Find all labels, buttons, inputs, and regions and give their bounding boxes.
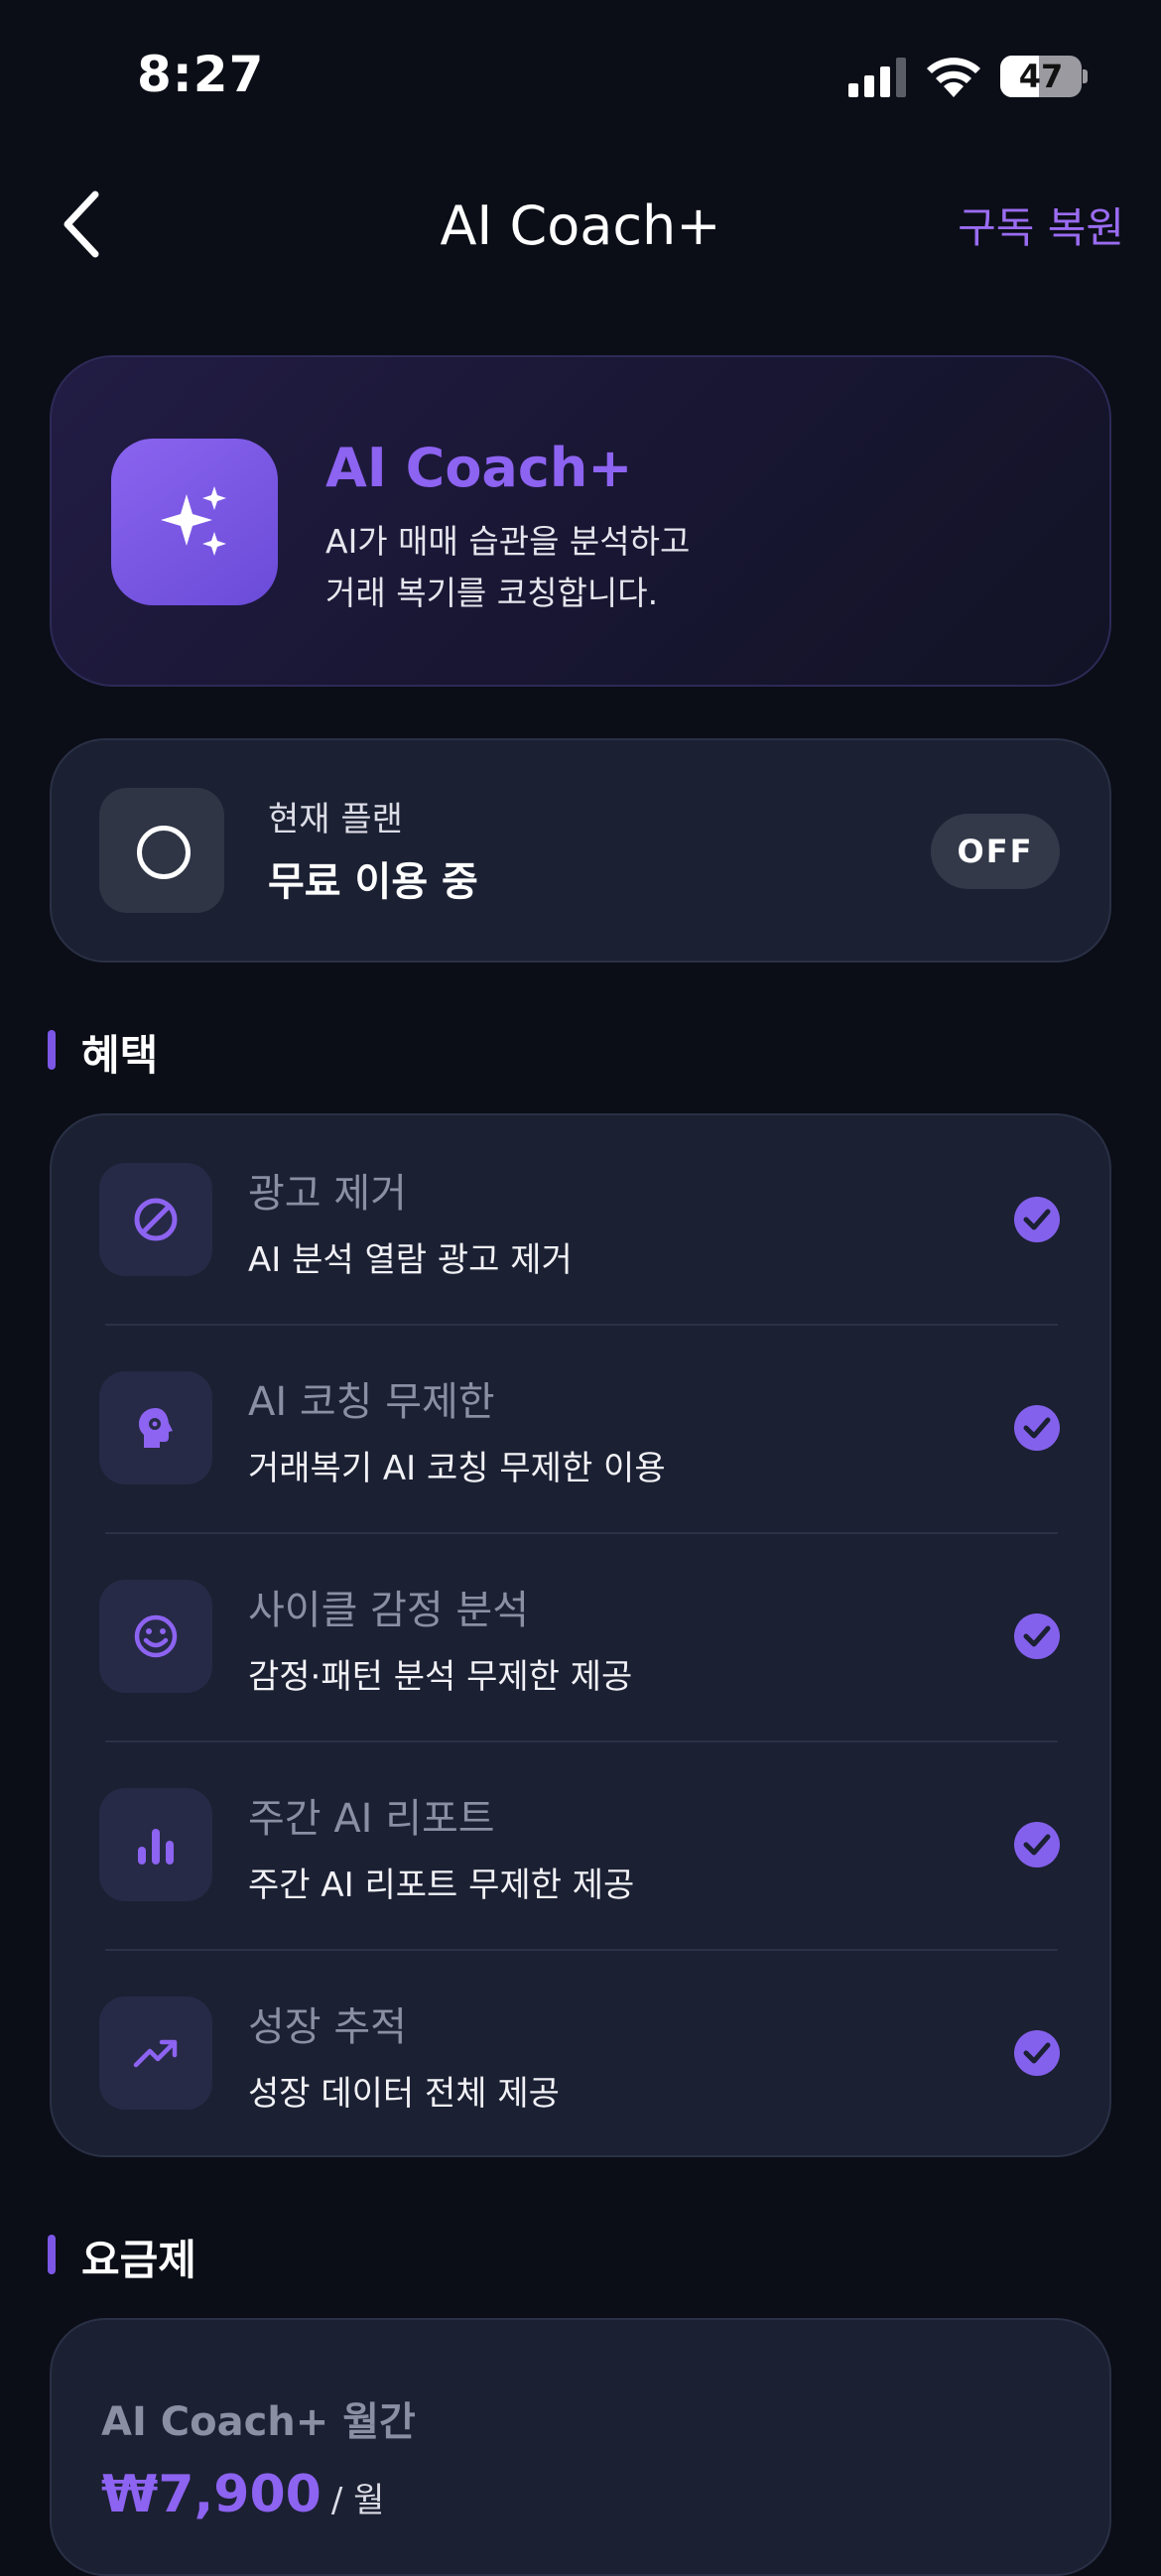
- benefit-title: 성장 추적: [248, 2004, 407, 2050]
- benefit-icon-box: [99, 1163, 212, 1276]
- benefit-desc: 성장 데이터 전체 제공: [248, 2074, 560, 2114]
- plan-status-icon: [99, 788, 224, 913]
- check-circle-icon: [1014, 1197, 1060, 1242]
- benefit-item-ai-coaching: AI 코칭 무제한 거래복기 AI 코칭 무제한 이용: [52, 1324, 1109, 1532]
- benefit-icon-box: [99, 1580, 212, 1693]
- hero-desc-line-1: AI가 매매 습관을 분석하고: [325, 522, 691, 561]
- benefits-card: 광고 제거 AI 분석 열람 광고 제거 AI 코칭 무제한 거래복기 AI 코…: [50, 1113, 1111, 2157]
- benefit-item-growth-tracking: 성장 추적 성장 데이터 전체 제공: [52, 1949, 1109, 2157]
- price-period: / 월: [330, 2481, 385, 2520]
- plan-status-badge: OFF: [931, 814, 1060, 889]
- benefit-item-weekly-report: 주간 AI 리포트 주간 AI 리포트 무제한 제공: [52, 1740, 1109, 1949]
- benefit-desc: AI 분석 열람 광고 제거: [248, 1240, 573, 1280]
- plan-name: AI Coach+ 월간: [101, 2399, 416, 2445]
- hero-desc-line-2: 거래 복기를 코칭합니다.: [325, 574, 659, 612]
- hero-title: AI Coach+: [325, 437, 633, 499]
- circle-icon: [137, 826, 191, 879]
- brain-gear-icon: [139, 1408, 173, 1448]
- app-icon: [111, 439, 278, 605]
- status-time: 8:27: [137, 46, 265, 103]
- benefit-icon-box: [99, 1996, 212, 2110]
- cellular-signal-icon: [848, 58, 906, 97]
- benefit-title: AI 코칭 무제한: [248, 1379, 495, 1425]
- benefit-item-emotion-analysis: 사이클 감정 분석 감정·패턴 분석 무제한 제공: [52, 1532, 1109, 1740]
- check-circle-icon: [1014, 1405, 1060, 1451]
- current-plan-card: 현재 플랜 무료 이용 중 OFF: [50, 738, 1111, 963]
- benefit-desc: 주간 AI 리포트 무제한 제공: [248, 1866, 635, 1905]
- hero-card: AI Coach+ AI가 매매 습관을 분석하고 거래 복기를 코칭합니다.: [50, 355, 1111, 687]
- block-icon: [134, 1198, 178, 1241]
- smiley-icon: [134, 1614, 178, 1658]
- plan-label: 현재 플랜: [268, 800, 403, 839]
- benefit-title: 사이클 감정 분석: [248, 1588, 530, 1633]
- price-amount: ₩7,900: [101, 2465, 322, 2524]
- benefit-title: 광고 제거: [248, 1171, 407, 1217]
- restore-subscription-button[interactable]: 구독 복원: [958, 194, 1124, 255]
- benefit-icon-box: [99, 1788, 212, 1901]
- status-bar: 8:27 47: [0, 0, 1161, 149]
- battery-icon: 47: [1000, 56, 1082, 97]
- check-circle-icon: [1014, 1613, 1060, 1659]
- trending-up-icon: [133, 2039, 178, 2068]
- plan-value: 무료 이용 중: [268, 859, 478, 905]
- check-circle-icon: [1014, 1822, 1060, 1868]
- battery-percent: 47: [1018, 58, 1064, 95]
- heading-accent-bar: [48, 1030, 56, 1070]
- pricing-heading-text: 요금제: [81, 2236, 196, 2284]
- wifi-icon: [927, 58, 980, 97]
- benefits-heading-text: 혜택: [81, 1031, 159, 1080]
- benefit-icon-box: [99, 1371, 212, 1484]
- heading-accent-bar: [48, 2235, 56, 2274]
- benefit-desc: 거래복기 AI 코칭 무제한 이용: [248, 1449, 666, 1488]
- sparkles-icon: [161, 486, 226, 556]
- benefit-title: 주간 AI 리포트: [248, 1796, 495, 1842]
- monthly-plan-card[interactable]: AI Coach+ 월간 ₩7,900/ 월: [50, 2318, 1111, 2576]
- battery-cap: [1083, 69, 1088, 83]
- hero-description: AI가 매매 습관을 분석하고 거래 복기를 코칭합니다.: [325, 516, 690, 619]
- check-circle-icon: [1014, 2030, 1060, 2076]
- benefit-item-ad-removal: 광고 제거 AI 분석 열람 광고 제거: [52, 1115, 1109, 1324]
- benefit-desc: 감정·패턴 분석 무제한 제공: [248, 1657, 633, 1697]
- bar-chart-icon: [138, 1829, 174, 1865]
- price-row: ₩7,900/ 월: [101, 2465, 384, 2524]
